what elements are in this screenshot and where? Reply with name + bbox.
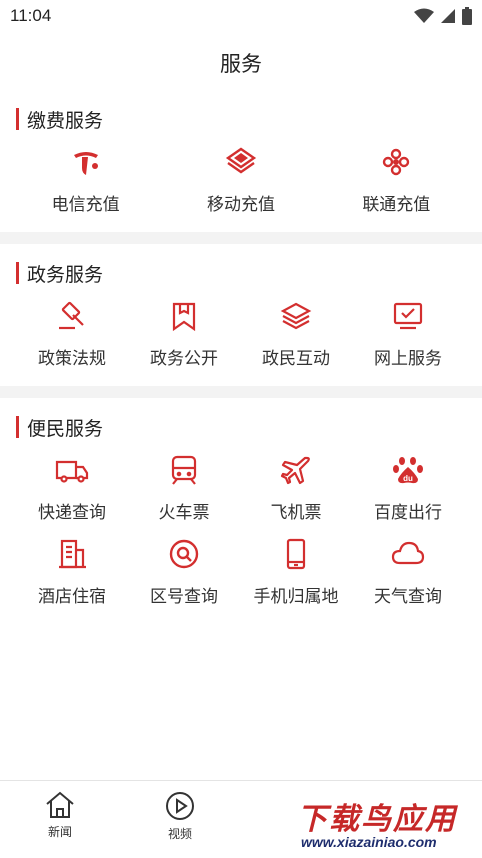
government-grid: 政策法规 政务公开 政民互动 网上服务 xyxy=(0,298,482,369)
item-label: 天气查询 xyxy=(374,587,442,607)
section-divider xyxy=(0,386,482,398)
weather-item[interactable]: 天气查询 xyxy=(352,536,464,607)
svg-text:du: du xyxy=(403,474,413,483)
status-bar: 11:04 xyxy=(0,0,482,32)
flight-ticket-item[interactable]: 飞机票 xyxy=(240,452,352,523)
convenience-grid-row-2: 酒店住宿 区号查询 手机归属地 天气查询 xyxy=(0,536,482,607)
play-circle-icon xyxy=(166,792,194,820)
delivery-truck-icon xyxy=(54,452,90,488)
watermark-url: www.xiazainiao.com xyxy=(301,834,437,850)
section-title-text: 便民服务 xyxy=(27,417,104,440)
item-label: 区号查询 xyxy=(150,587,218,607)
item-label: 手机归属地 xyxy=(253,587,339,607)
mobile-recharge-item[interactable]: 移动充值 xyxy=(171,144,311,215)
train-ticket-item[interactable]: 火车票 xyxy=(128,452,240,523)
item-label: 飞机票 xyxy=(270,503,322,523)
mobile-logo-icon xyxy=(223,144,259,180)
cloud-icon xyxy=(390,536,426,572)
section-title-convenience: 便民服务 xyxy=(16,416,104,440)
tab-news[interactable]: 新闻 xyxy=(20,791,100,840)
item-label: 网上服务 xyxy=(374,349,442,369)
page-title: 服务 xyxy=(220,52,262,76)
watermark-text: 下载鸟应用 xyxy=(297,802,457,837)
section-accent-bar xyxy=(16,108,19,130)
item-label: 百度出行 xyxy=(374,503,442,523)
section-divider xyxy=(0,232,482,244)
policy-regulations-item[interactable]: 政策法规 xyxy=(16,298,128,369)
hotel-building-icon xyxy=(54,536,90,572)
item-label: 政民互动 xyxy=(262,349,330,369)
hotel-item[interactable]: 酒店住宿 xyxy=(16,536,128,607)
tab-video[interactable]: 视频 xyxy=(140,791,220,842)
online-services-item[interactable]: 网上服务 xyxy=(352,298,464,369)
wifi-icon xyxy=(414,8,434,23)
section-accent-bar xyxy=(16,416,19,438)
baidu-paw-icon: du xyxy=(390,452,426,488)
government-affairs-item[interactable]: 政务公开 xyxy=(128,298,240,369)
monitor-check-icon xyxy=(390,298,426,334)
status-icons xyxy=(414,7,472,25)
bookmark-icon xyxy=(166,298,202,334)
area-code-item[interactable]: 区号查询 xyxy=(128,536,240,607)
unicom-logo-icon xyxy=(378,144,414,180)
section-accent-bar xyxy=(16,262,19,284)
section-title-text: 缴费服务 xyxy=(27,109,104,132)
item-label: 政策法规 xyxy=(38,349,106,369)
telecom-recharge-item[interactable]: 电信充值 xyxy=(16,144,156,215)
item-label: 移动充值 xyxy=(206,195,275,215)
section-title-payment: 缴费服务 xyxy=(16,108,104,132)
tab-label: 视频 xyxy=(167,827,192,841)
convenience-grid-row-1: 快递查询 火车票 飞机票 du 百度出行 xyxy=(0,452,482,523)
telecom-logo-icon xyxy=(68,144,104,180)
train-icon xyxy=(166,452,202,488)
item-label: 火车票 xyxy=(158,503,210,523)
item-label: 政务公开 xyxy=(150,349,218,369)
citizen-interaction-item[interactable]: 政民互动 xyxy=(240,298,352,369)
item-label: 联通充值 xyxy=(362,195,431,215)
home-icon xyxy=(46,791,74,818)
signal-icon xyxy=(441,9,455,23)
item-label: 快递查询 xyxy=(38,503,106,523)
search-circle-icon xyxy=(166,536,202,572)
section-title-text: 政务服务 xyxy=(27,263,104,286)
item-label: 酒店住宿 xyxy=(38,587,106,607)
status-time: 11:04 xyxy=(10,6,52,25)
battery-icon xyxy=(462,7,472,25)
section-title-government: 政务服务 xyxy=(16,262,104,286)
express-tracking-item[interactable]: 快递查询 xyxy=(16,452,128,523)
payment-grid: 电信充值 移动充值 联通充值 xyxy=(0,144,482,215)
baidu-travel-item[interactable]: du 百度出行 xyxy=(352,452,464,523)
layers-icon xyxy=(278,298,314,334)
watermark: 下载鸟应用 www.xiazainiao.com xyxy=(289,792,482,858)
phone-location-item[interactable]: 手机归属地 xyxy=(240,536,352,607)
gavel-icon xyxy=(54,298,90,334)
unicom-recharge-item[interactable]: 联通充值 xyxy=(326,144,466,215)
item-label: 电信充值 xyxy=(51,195,120,215)
airplane-icon xyxy=(278,452,314,488)
tab-label: 新闻 xyxy=(47,825,72,839)
phone-icon xyxy=(278,536,314,572)
